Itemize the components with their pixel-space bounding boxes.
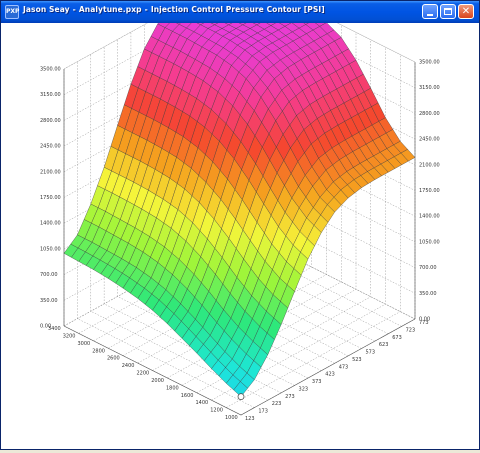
z-tick-label-right: 350.00 — [419, 291, 437, 297]
z-tick-label-left: 350.00 — [40, 298, 58, 304]
z-tick-label-left: 2800.00 — [40, 118, 61, 124]
z-tick-label-left: 700.00 — [40, 272, 58, 278]
load-tick-label: 523 — [352, 357, 362, 363]
maximize-button[interactable] — [440, 4, 456, 19]
z-tick-label-right: 700.00 — [419, 265, 437, 271]
rpm-tick-label: 1000 — [225, 415, 238, 421]
cursor-marker[interactable] — [237, 393, 245, 400]
z-tick-label-left: 2100.00 — [40, 169, 61, 175]
load-tick-label: 623 — [379, 342, 389, 348]
z-tick-label-left: 1400.00 — [40, 221, 61, 227]
view-name: Injection Control Pressure Contour [PSI] — [150, 5, 325, 14]
load-tick-label: 373 — [312, 379, 322, 385]
load-tick-label: 773 — [419, 320, 429, 326]
rpm-tick-label: 3200 — [63, 333, 76, 339]
minimize-icon — [427, 14, 433, 16]
maximize-icon — [444, 8, 452, 15]
rpm-tick-label: 2800 — [92, 348, 105, 354]
z-tick-label-right: 3500.00 — [419, 60, 440, 66]
load-tick-label: 273 — [285, 394, 295, 400]
app-window: PXP Jason Seay - Analytune.pxp - Injection C… — [0, 0, 480, 450]
z-tick-label-left: 2450.00 — [40, 144, 61, 150]
z-tick-label-right: 2800.00 — [419, 111, 440, 117]
rpm-tick-label: 2400 — [122, 363, 135, 369]
load-tick-label: 723 — [406, 327, 416, 333]
close-icon: ✕ — [461, 6, 471, 17]
z-tick-label-right: 1050.00 — [419, 239, 440, 245]
pxp-app-icon[interactable]: PXP — [5, 5, 19, 19]
plot-area[interactable]: 0.00 0.00 350.00 350.00 700.00 700.00 1050.00 1… — [1, 0, 479, 449]
file-name: Analytune.pxp — [78, 5, 142, 14]
z-tick-label-left: 3150.00 — [40, 92, 61, 98]
z-tick-label-right: 3150.00 — [419, 85, 440, 91]
z-tick-label-left: 3500.00 — [40, 67, 61, 73]
load-tick-label: 173 — [258, 409, 268, 415]
load-tick-label: 123 — [245, 416, 255, 422]
rpm-tick-label: 1200 — [210, 408, 223, 414]
load-tick-label: 323 — [299, 386, 309, 392]
load-tick-label: 423 — [325, 372, 335, 378]
minimize-button[interactable] — [422, 4, 438, 19]
title-separator: - — [72, 5, 76, 14]
z-tick-label-right: 1400.00 — [419, 214, 440, 220]
user-name: Jason Seay — [23, 5, 70, 14]
z-tick-label-right: 2100.00 — [419, 162, 440, 168]
load-tick-label: 473 — [339, 364, 349, 370]
load-tick-label: 673 — [392, 335, 402, 341]
title-separator: - — [144, 5, 148, 14]
chart-surface — [63, 0, 416, 400]
title-bar[interactable]: PXP Jason Seay - Analytune.pxp - Injection C… — [1, 1, 479, 23]
rpm-tick-label: 2600 — [107, 356, 120, 362]
rpm-tick-label: 1400 — [196, 400, 209, 406]
z-tick-label-left: 1050.00 — [40, 246, 61, 252]
z-tick-label-left: 1750.00 — [40, 195, 61, 201]
load-tick-label: 223 — [272, 401, 282, 407]
rpm-tick-label: 2000 — [151, 378, 164, 384]
rpm-tick-label: 1600 — [181, 393, 194, 399]
rpm-tick-label: 1800 — [166, 385, 179, 391]
rpm-tick-label: 3400 — [48, 326, 61, 332]
close-button[interactable]: ✕ — [458, 4, 474, 19]
z-tick-label-right: 1750.00 — [419, 188, 440, 194]
z-tick-label-right: 2450.00 — [419, 137, 440, 143]
surface-chart[interactable]: 0.000.00350.00350.00700.00700.001050.001… — [1, 0, 479, 449]
rpm-tick-label: 3000 — [78, 341, 91, 347]
load-tick-label: 573 — [365, 350, 375, 356]
window-title: Jason Seay - Analytune.pxp - Injection Contr… — [23, 5, 325, 14]
rpm-tick-label: 2200 — [137, 371, 150, 377]
